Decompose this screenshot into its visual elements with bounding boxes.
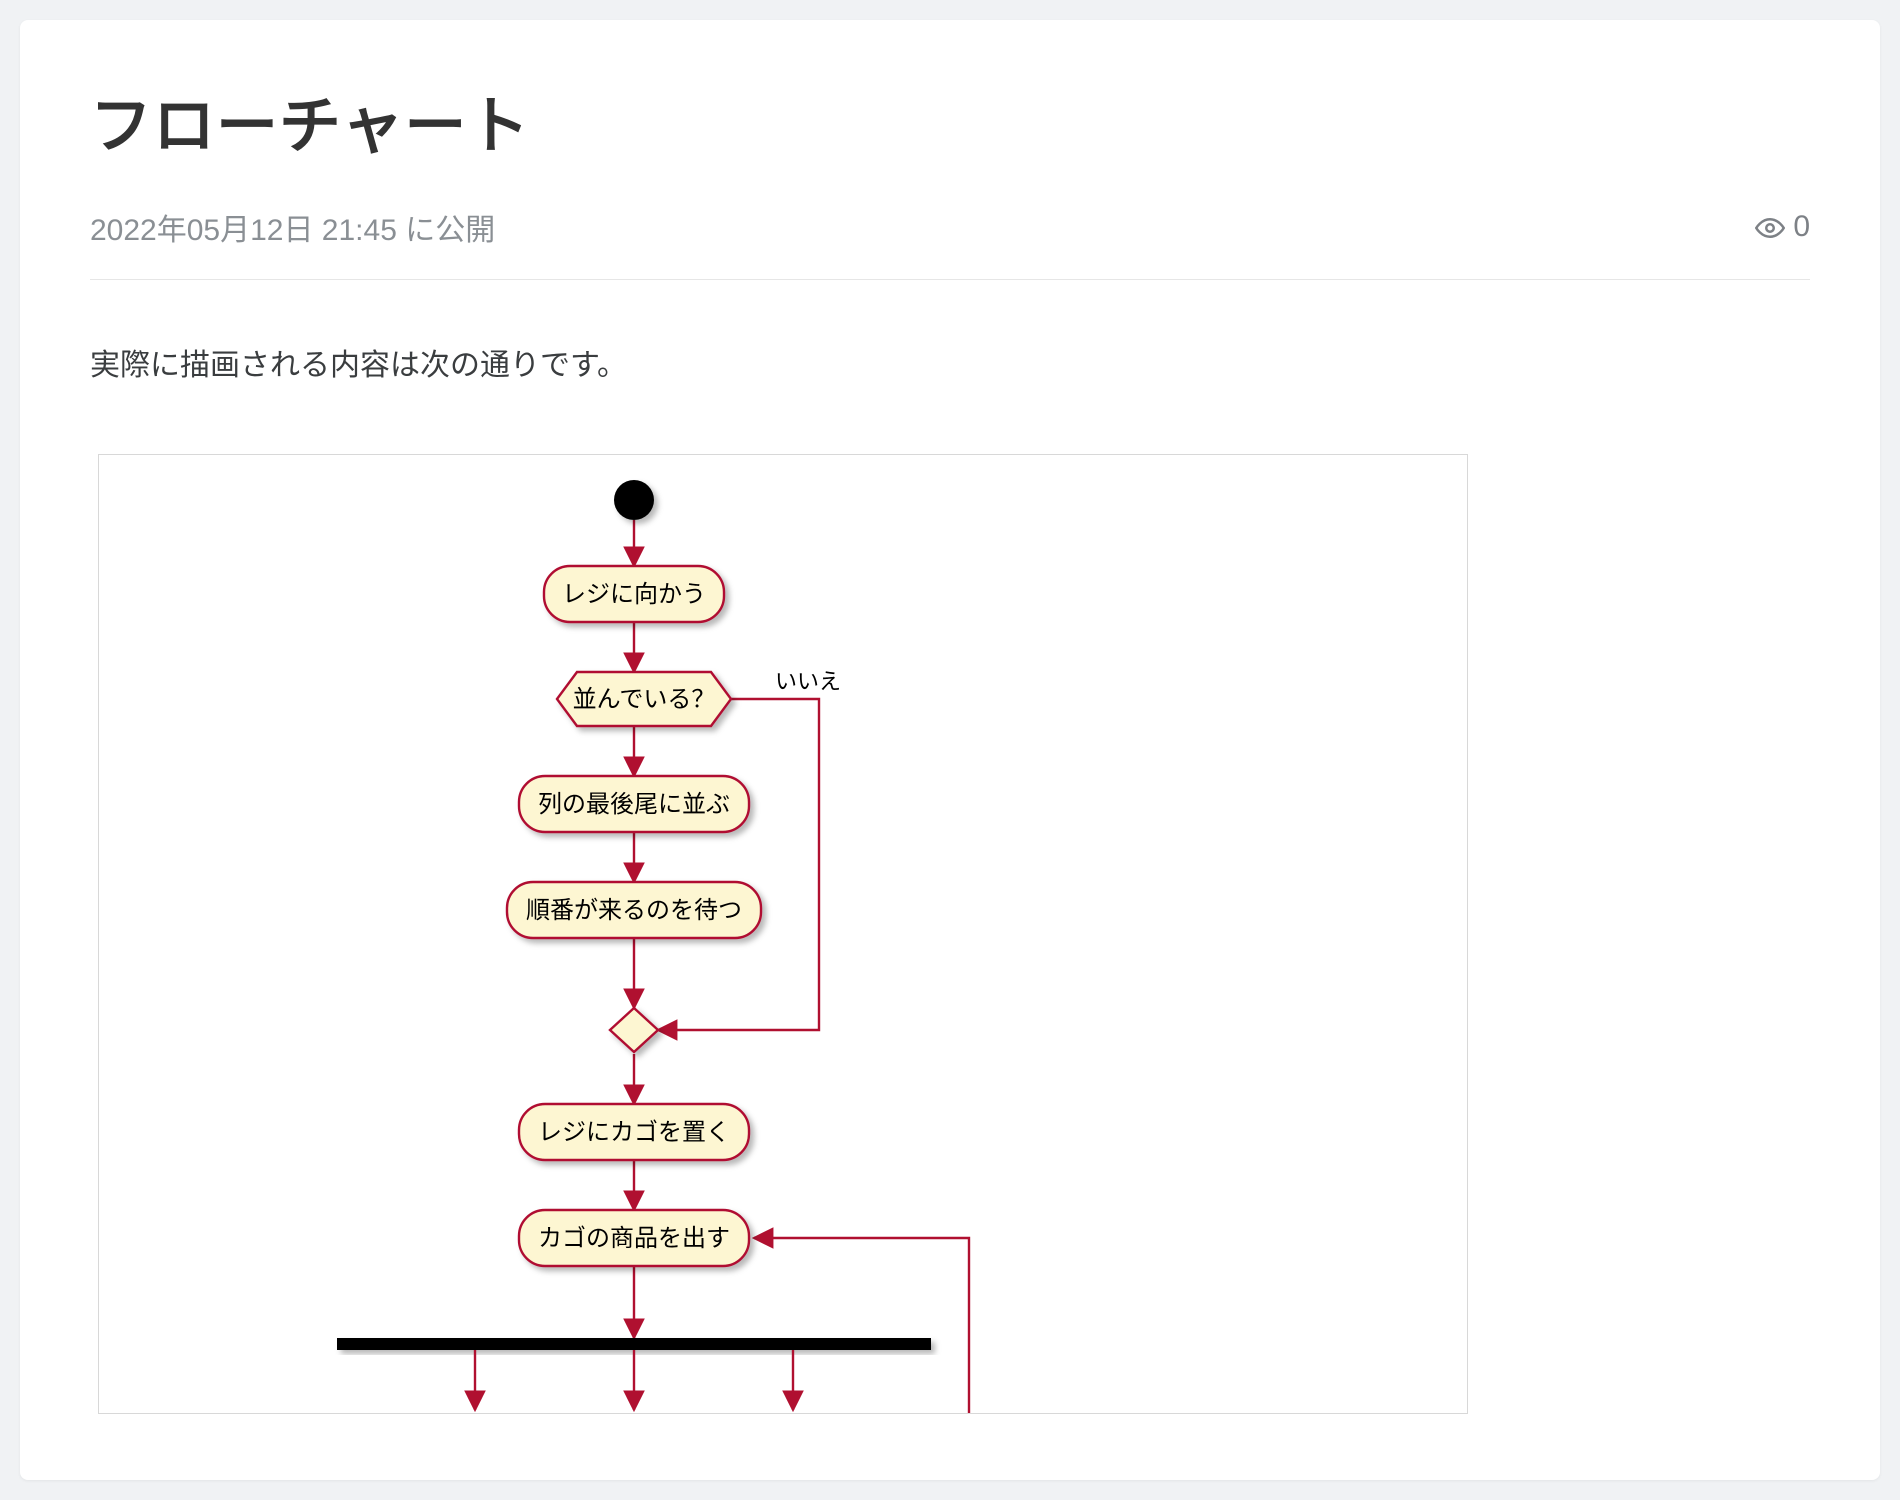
decision-no-label: いいえ [775, 669, 841, 694]
view-counter: 0 [1755, 210, 1810, 244]
meta-row: 2022年05月12日 21:45 に公開 0 [90, 205, 1810, 280]
svg-text:レジにカゴを置く: レジにカゴを置く [538, 1119, 730, 1146]
flow-fork-bar [337, 1338, 931, 1350]
flowchart-diagram: いいえ レジに向かう 並んでいる？ [98, 454, 1468, 1414]
flow-node-line-up: 列の最後尾に並ぶ [519, 776, 749, 832]
view-count: 0 [1793, 210, 1810, 244]
published-date: 2022年05月12日 21:45 に公開 [90, 205, 495, 249]
article-card: フローチャート 2022年05月12日 21:45 に公開 0 実際に描画される… [20, 20, 1880, 1480]
flow-node-wait-turn: 順番が来るのを待つ [507, 882, 761, 938]
flow-start-node [614, 480, 654, 520]
svg-text:レジに向かう: レジに向かう [562, 581, 706, 608]
flow-merge-node [610, 1008, 658, 1052]
flow-decision-queue: 並んでいる？ [557, 672, 731, 726]
flow-node-go-to-register: レジに向かう [544, 566, 724, 622]
flow-node-place-basket: レジにカゴを置く [519, 1104, 749, 1160]
svg-text:カゴの商品を出す: カゴの商品を出す [538, 1225, 730, 1252]
svg-text:並んでいる？: 並んでいる？ [573, 686, 716, 713]
eye-icon [1755, 210, 1785, 244]
page-title: フローチャート [90, 75, 1810, 165]
intro-text: 実際に描画される内容は次の通りです。 [90, 340, 1810, 384]
flow-node-take-items: カゴの商品を出す [519, 1210, 749, 1266]
svg-text:列の最後尾に並ぶ: 列の最後尾に並ぶ [538, 791, 730, 818]
svg-text:順番が来るのを待つ: 順番が来るのを待つ [526, 897, 742, 924]
